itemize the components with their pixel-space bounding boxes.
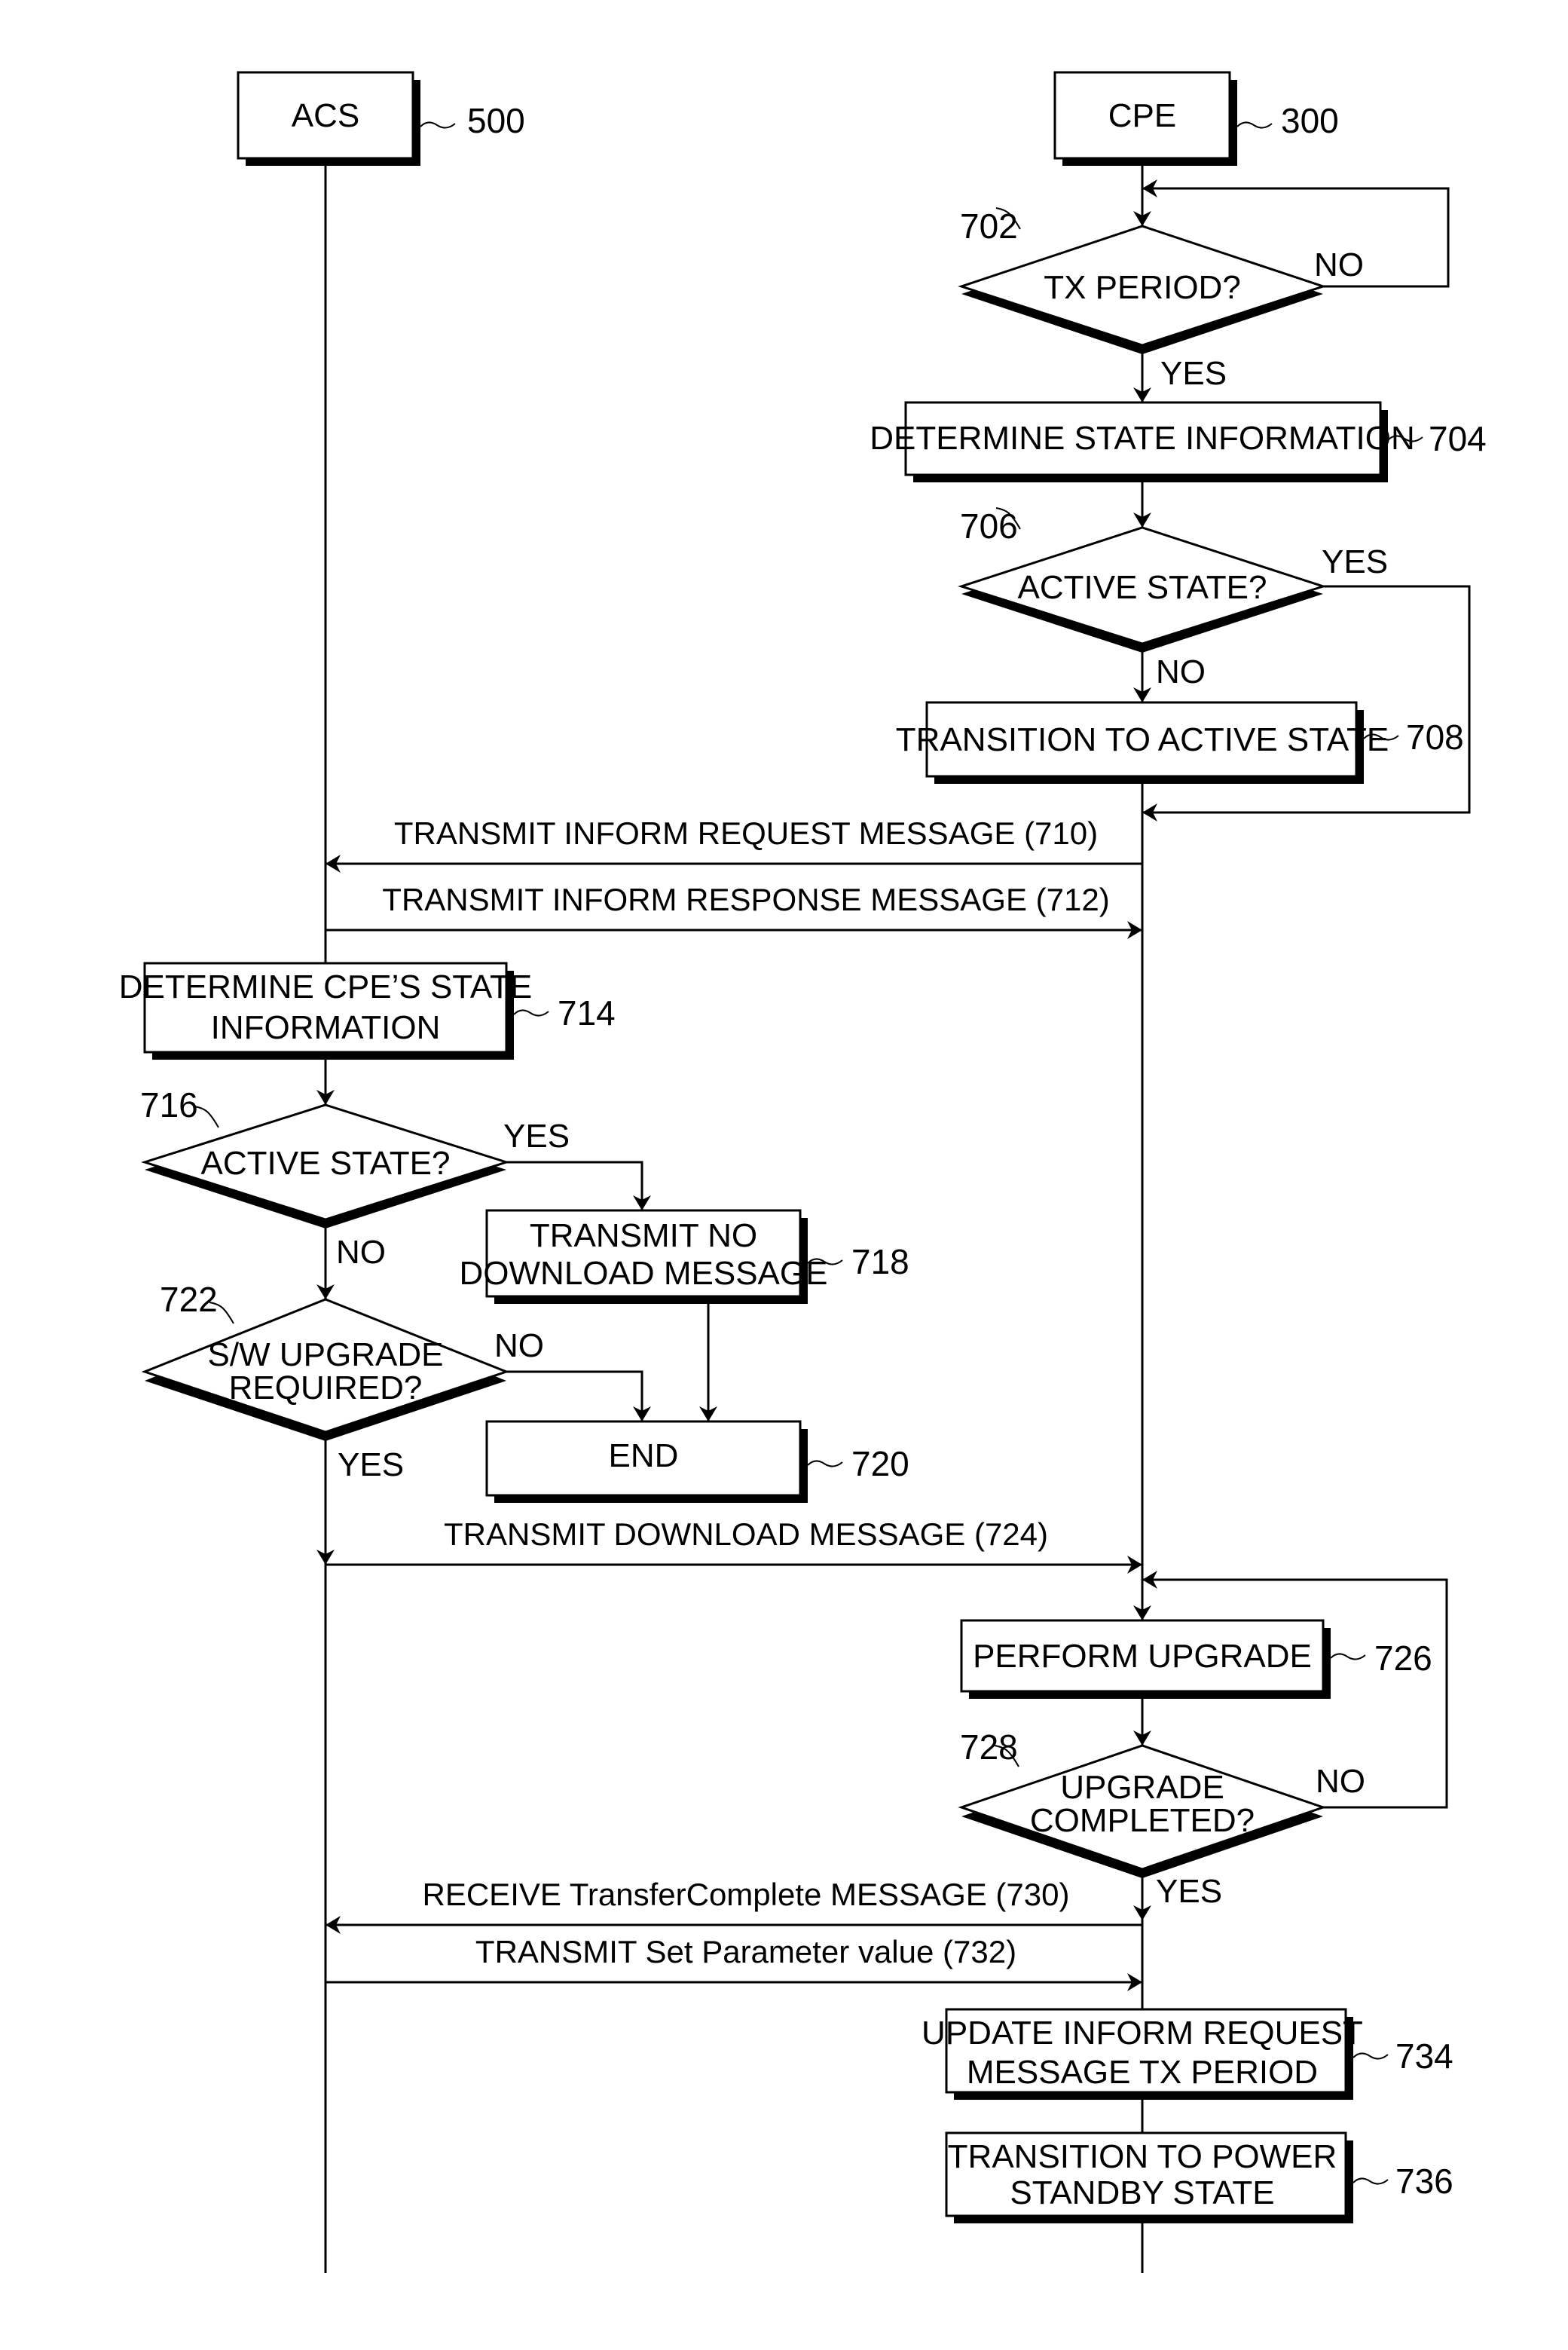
process-726-ref: 726 [1374, 1639, 1432, 1678]
process-714-leader [513, 1009, 549, 1017]
decision-702-text: TX PERIOD? [1044, 269, 1241, 306]
decision-728-ref: 728 [960, 1727, 1018, 1767]
process-734-text-line2: MESSAGE TX PERIOD [967, 2054, 1318, 2091]
process-718: TRANSMIT NO DOWNLOAD MESSAGE [460, 1209, 828, 1304]
decision-722-text-line2: REQUIRED? [229, 1369, 423, 1406]
decision-706: ACTIVE STATE? [958, 526, 1327, 653]
decision-722-text-line1: S/W UPGRADE [208, 1336, 444, 1373]
decision-728-yes-label: YES [1156, 1873, 1222, 1910]
decision-722: S/W UPGRADE REQUIRED? [141, 1298, 510, 1441]
cpe-ref-number: 300 [1281, 101, 1339, 140]
decision-716-no-label: NO [336, 1234, 386, 1271]
message-732-label: TRANSMIT Set Parameter value (732) [475, 1934, 1016, 1969]
decision-716-ref: 716 [140, 1085, 198, 1125]
decision-722-ref: 722 [160, 1280, 218, 1319]
process-734-leader [1353, 2052, 1389, 2060]
process-704: DETERMINE STATE INFORMATION [870, 401, 1415, 482]
process-736-ref: 736 [1395, 2162, 1453, 2201]
decision-702-no-label: NO [1314, 246, 1364, 283]
acs-label: ACS [292, 97, 359, 134]
process-720-ref: 720 [851, 1444, 909, 1483]
process-708-text: TRANSITION TO ACTIVE STATE [896, 721, 1389, 758]
process-720-text: END [609, 1437, 679, 1474]
process-714-ref: 714 [558, 993, 616, 1033]
cpe-label: CPE [1108, 97, 1176, 134]
message-730-label: RECEIVE TransferComplete MESSAGE (730) [423, 1877, 1070, 1912]
process-736: TRANSITION TO POWER STANDBY STATE [945, 2131, 1353, 2223]
acs-ref-number: 500 [467, 101, 525, 140]
decision-706-no-label: NO [1156, 653, 1206, 690]
process-714-text-line1: DETERMINE CPE’S STATE [119, 968, 532, 1005]
process-714: DETERMINE CPE’S STATE INFORMATION [119, 962, 532, 1060]
decision-716: ACTIVE STATE? [141, 1103, 510, 1229]
decision-722-no-label: NO [494, 1327, 544, 1364]
process-726-leader [1330, 1653, 1366, 1660]
process-708: TRANSITION TO ACTIVE STATE [896, 701, 1389, 784]
decision-728-no-label: NO [1316, 1763, 1365, 1800]
process-736-text-line1: TRANSITION TO POWER [948, 2138, 1337, 2175]
process-704-ref: 704 [1429, 419, 1487, 458]
process-726-text: PERFORM UPGRADE [973, 1638, 1312, 1675]
branch-716-yes [506, 1161, 651, 1210]
process-708-ref: 708 [1406, 718, 1464, 757]
process-720-leader [807, 1460, 843, 1467]
decision-702-ref: 702 [960, 207, 1018, 246]
process-704-text: DETERMINE STATE INFORMATION [870, 420, 1415, 457]
acs-entity-box: ACS [237, 71, 420, 166]
acs-ref-leader [420, 121, 456, 129]
decision-722-yes-label: YES [338, 1446, 404, 1483]
message-712-label: TRANSMIT INFORM RESPONSE MESSAGE (712) [382, 882, 1109, 917]
decision-706-yes-label: YES [1322, 543, 1388, 580]
process-718-text-line1: TRANSMIT NO [530, 1217, 757, 1254]
decision-716-yes-label: YES [503, 1118, 570, 1155]
decision-716-leader [194, 1106, 219, 1128]
message-724-label: TRANSMIT DOWNLOAD MESSAGE (724) [444, 1516, 1048, 1552]
process-720-end: END [485, 1420, 808, 1503]
cpe-entity-box: CPE [1053, 71, 1237, 166]
decision-716-text: ACTIVE STATE? [201, 1145, 451, 1182]
decision-728-text-line2: COMPLETED? [1030, 1802, 1255, 1839]
process-718-ref: 718 [851, 1242, 909, 1281]
process-718-text-line2: DOWNLOAD MESSAGE [460, 1255, 828, 1292]
flowchart-canvas: ACS 500 CPE 300 TX PERIOD? 702 NO YES DE… [119, 71, 1487, 2273]
cpe-ref-leader [1236, 121, 1273, 129]
branch-722-no [506, 1370, 651, 1421]
decision-706-text: ACTIVE STATE? [1018, 569, 1267, 606]
decision-728-text-line1: UPGRADE [1060, 1769, 1224, 1806]
message-710-label: TRANSMIT INFORM REQUEST MESSAGE (710) [394, 815, 1098, 851]
decision-702-yes-label: YES [1160, 355, 1227, 392]
process-734-text-line1: UPDATE INFORM REQUEST [922, 2015, 1363, 2052]
process-736-leader [1353, 2177, 1389, 2185]
process-726: PERFORM UPGRADE [960, 1619, 1331, 1699]
process-734: UPDATE INFORM REQUEST MESSAGE TX PERIOD [922, 2008, 1363, 2100]
process-714-text-line2: INFORMATION [211, 1009, 441, 1046]
process-736-text-line2: STANDBY STATE [1010, 2174, 1274, 2211]
process-734-ref: 734 [1395, 2036, 1453, 2076]
decision-706-ref: 706 [960, 506, 1018, 546]
